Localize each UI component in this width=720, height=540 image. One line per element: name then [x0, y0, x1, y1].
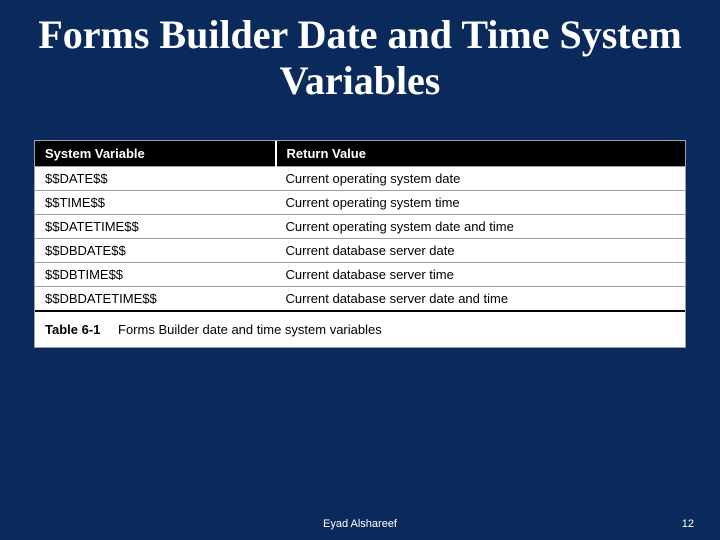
cell-return: Current database server date — [276, 239, 686, 263]
slide: Forms Builder Date and Time System Varia… — [0, 0, 720, 540]
cell-return: Current operating system date — [276, 167, 686, 191]
table-caption: Table 6-1 Forms Builder date and time sy… — [35, 312, 685, 347]
table-row: $$TIME$$ Current operating system time — [35, 191, 685, 215]
cell-variable: $$DBDATE$$ — [35, 239, 276, 263]
table-row: $$DBTIME$$ Current database server time — [35, 263, 685, 287]
footer-page-number: 12 — [682, 518, 694, 530]
caption-label: Table 6-1 — [45, 322, 100, 337]
slide-title: Forms Builder Date and Time System Varia… — [32, 12, 688, 104]
table-header-return: Return Value — [276, 141, 686, 167]
cell-variable: $$DBDATETIME$$ — [35, 287, 276, 312]
table-row: $$DATETIME$$ Current operating system da… — [35, 215, 685, 239]
cell-variable: $$DATETIME$$ — [35, 215, 276, 239]
table-row: $$DATE$$ Current operating system date — [35, 167, 685, 191]
cell-variable: $$DBTIME$$ — [35, 263, 276, 287]
system-variables-table: System Variable Return Value $$DATE$$ Cu… — [35, 141, 685, 312]
cell-variable: $$DATE$$ — [35, 167, 276, 191]
cell-return: Current database server date and time — [276, 287, 686, 312]
table-row: $$DBDATETIME$$ Current database server d… — [35, 287, 685, 312]
table-figure: System Variable Return Value $$DATE$$ Cu… — [34, 140, 686, 348]
cell-variable: $$TIME$$ — [35, 191, 276, 215]
footer-author: Eyad Alshareef — [0, 518, 720, 530]
table-row: $$DBDATE$$ Current database server date — [35, 239, 685, 263]
caption-text: Forms Builder date and time system varia… — [118, 322, 382, 337]
table-header-variable: System Variable — [35, 141, 276, 167]
cell-return: Current operating system date and time — [276, 215, 686, 239]
cell-return: Current database server time — [276, 263, 686, 287]
cell-return: Current operating system time — [276, 191, 686, 215]
